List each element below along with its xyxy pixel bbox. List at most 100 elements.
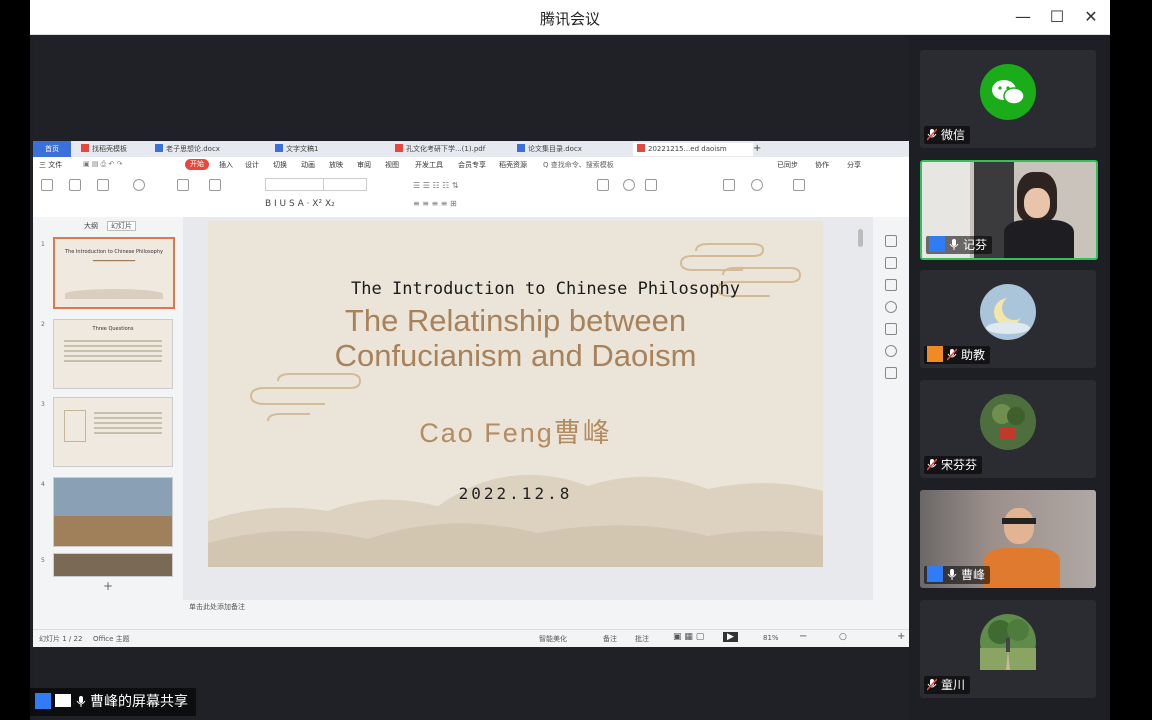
- participant-tile[interactable]: 童川: [920, 600, 1096, 698]
- thumb-title: The Introduction to Chinese Philosophy: [65, 249, 163, 255]
- animation-pane-icon[interactable]: [885, 257, 897, 269]
- slide-thumbnail[interactable]: [53, 477, 173, 547]
- page-indicator: 幻灯片 1 / 22: [39, 635, 83, 643]
- tab-label: 找稻壳模板: [92, 145, 127, 153]
- mic-off-icon: [926, 128, 938, 141]
- pdf-icon: [395, 144, 403, 152]
- layout-icon[interactable]: [209, 179, 221, 191]
- slide-thumbnail[interactable]: Three Questions: [53, 319, 173, 389]
- tab-home[interactable]: 首页: [33, 141, 71, 157]
- new-slide-icon[interactable]: [177, 179, 189, 191]
- paragraph-buttons[interactable]: ☰ ☰ ☷ ☷ ⇅: [413, 181, 459, 190]
- zoom-slider[interactable]: ○: [839, 632, 847, 642]
- menu-view[interactable]: 视图: [385, 160, 399, 170]
- menu-transition[interactable]: 切换: [273, 160, 287, 170]
- menu-file[interactable]: 三 文件: [39, 160, 62, 170]
- tab-templates[interactable]: 找稻壳模板: [77, 143, 149, 156]
- select-icon[interactable]: [793, 179, 805, 191]
- mic-off-icon: [926, 678, 938, 691]
- thumb-text-lines: [54, 340, 172, 362]
- slide-thumbnail[interactable]: [53, 397, 173, 467]
- mic-off-icon: [946, 348, 958, 361]
- tab-pdf[interactable]: 孔文化考研下学...(1).pdf: [391, 143, 511, 156]
- close-icon[interactable]: ✕: [1076, 4, 1106, 30]
- slide-thumbnail[interactable]: The Introduction to Chinese Philosophy ━…: [53, 237, 175, 309]
- maximize-icon[interactable]: ☐: [1042, 4, 1072, 30]
- find-icon[interactable]: [751, 179, 763, 191]
- menu-insert[interactable]: 插入: [219, 160, 233, 170]
- play-icon[interactable]: [133, 179, 145, 191]
- cut-icon[interactable]: [69, 179, 81, 191]
- beautify-icon[interactable]: [885, 323, 897, 335]
- collab-button[interactable]: 协作: [815, 160, 829, 170]
- doc-icon: [155, 144, 163, 152]
- zoom-level[interactable]: 81%: [763, 634, 779, 642]
- mic-on-icon: [76, 690, 86, 707]
- slide-title-line1: The Relatinship between: [344, 303, 687, 338]
- zoom-in-icon[interactable]: +: [897, 631, 905, 642]
- window-title: 腾讯会议: [539, 10, 600, 28]
- command-search[interactable]: Q 查找命令、搜索模板: [543, 160, 614, 170]
- video-person: [1004, 508, 1034, 544]
- participant-tile-speaking[interactable]: 记芬: [920, 160, 1098, 260]
- participant-tile[interactable]: 助教: [920, 270, 1096, 368]
- tab-doc1[interactable]: 老子思想论.docx: [151, 143, 269, 156]
- notes-toggle[interactable]: 备注: [603, 634, 617, 644]
- font-style-buttons[interactable]: B I U S A · X² X₂: [265, 199, 335, 209]
- shape-icon[interactable]: [623, 179, 635, 191]
- comments-toggle[interactable]: 批注: [635, 634, 649, 644]
- vertical-scrollbar[interactable]: [858, 229, 863, 247]
- picture-icon[interactable]: [645, 179, 657, 191]
- participant-tile[interactable]: 曹峰: [920, 490, 1096, 588]
- zoom-out-icon[interactable]: −: [799, 631, 807, 642]
- tab-doc2[interactable]: 文字文稿1: [271, 143, 389, 156]
- font-size-select[interactable]: [323, 178, 367, 191]
- menu-devtools[interactable]: 开发工具: [415, 160, 443, 170]
- menu-design[interactable]: 设计: [245, 160, 259, 170]
- notes-bar[interactable]: 单击此处添加备注: [183, 600, 909, 614]
- screen-share-icon: [55, 694, 71, 707]
- participant-tile[interactable]: 宋芬芬: [920, 380, 1096, 478]
- menu-start[interactable]: 开始: [185, 159, 209, 170]
- thumb-number: 1: [41, 241, 45, 248]
- share-pane-icon[interactable]: [885, 367, 897, 379]
- wps-right-toolbar: [873, 217, 909, 600]
- ppt-icon: [637, 144, 645, 152]
- menu-slideshow[interactable]: 放映: [329, 160, 343, 170]
- video-person: [1024, 188, 1050, 218]
- tab-slides[interactable]: 幻灯片: [107, 221, 136, 231]
- menu-review[interactable]: 审阅: [357, 160, 371, 170]
- share-button[interactable]: 分享: [847, 160, 861, 170]
- tab-outline[interactable]: 大纲: [81, 222, 101, 230]
- format-painter-icon[interactable]: [97, 179, 109, 191]
- slide-thumbnail[interactable]: [53, 553, 173, 577]
- new-tab-icon[interactable]: +: [749, 143, 767, 156]
- participant-tile[interactable]: 微信: [920, 50, 1096, 148]
- menu-animation[interactable]: 动画: [301, 160, 315, 170]
- tab-doc3[interactable]: 论文集目录.docx: [513, 143, 631, 156]
- view-mode-icons[interactable]: ▣ ▦ ▢: [673, 632, 704, 642]
- thumb-subtitle: ━━━━━━━━━━: [92, 257, 136, 265]
- play-slideshow-icon[interactable]: ▶: [723, 632, 738, 642]
- tab-presentation[interactable]: 20221215...ed daoism: [633, 143, 753, 156]
- smart-beautify[interactable]: 智能美化: [539, 634, 567, 644]
- paste-icon[interactable]: [41, 179, 53, 191]
- menu-docer[interactable]: 稻壳资源: [499, 160, 527, 170]
- panel-tabs: 大纲 幻灯片: [81, 221, 142, 231]
- shared-screen-area: 首页 找稻壳模板 老子思想论.docx 文字文稿1 孔文化考研下学...(1).…: [33, 35, 909, 720]
- menu-member[interactable]: 会员专享: [458, 160, 486, 170]
- current-slide[interactable]: The Introduction to Chinese Philosophy T…: [208, 221, 823, 567]
- person-icon: [35, 693, 51, 709]
- properties-icon[interactable]: [885, 235, 897, 247]
- quick-access-icons[interactable]: ▣ ▤ ⎙ ↶ ↷: [83, 160, 122, 169]
- layout-pane-icon[interactable]: [885, 279, 897, 291]
- sync-status[interactable]: 已同步: [777, 160, 798, 170]
- textbox-icon[interactable]: [597, 179, 609, 191]
- add-slide-icon[interactable]: +: [103, 579, 113, 593]
- settings-icon[interactable]: [885, 345, 897, 357]
- title-bar: 腾讯会议 — ☐ ✕: [30, 0, 1110, 35]
- align-buttons[interactable]: ≡ ≡ ≡ ≡ ⊞: [413, 199, 457, 208]
- minimize-icon[interactable]: —: [1008, 4, 1038, 30]
- help-icon[interactable]: [885, 301, 897, 313]
- present-tools-icon[interactable]: [723, 179, 735, 191]
